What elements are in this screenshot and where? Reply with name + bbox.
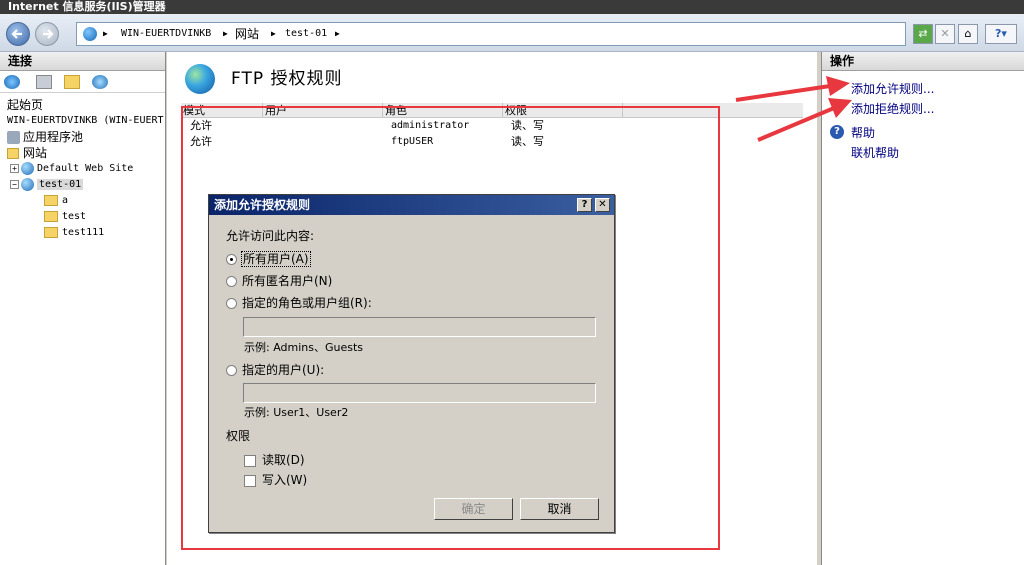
test01-label: test-01 bbox=[37, 179, 84, 190]
write-label: 写入(W) bbox=[262, 473, 308, 487]
sites-folder-icon bbox=[7, 148, 19, 159]
online-help-link[interactable]: 联机帮助 bbox=[851, 144, 899, 161]
help-icon[interactable]: ? bbox=[577, 198, 592, 212]
cancel-button[interactable]: 取消 bbox=[520, 498, 599, 520]
disconnect-icon[interactable] bbox=[92, 75, 108, 89]
refresh-icon[interactable]: ⇄ bbox=[913, 24, 933, 44]
breadcrumb-server[interactable]: WIN-EUERTDVINKB bbox=[121, 23, 211, 45]
checkbox-icon[interactable] bbox=[244, 454, 256, 467]
folder-icon bbox=[44, 210, 58, 222]
site-globe-icon bbox=[21, 161, 34, 175]
forward-arrow-icon bbox=[43, 29, 54, 39]
users-example: 示例: User1、User2 bbox=[244, 406, 349, 419]
radio-anonymous-label: 所有匿名用户(N) bbox=[242, 274, 333, 288]
annotation-arrows bbox=[735, 76, 852, 142]
folder-icon bbox=[44, 226, 58, 238]
roles-example: 示例: Admins、Guests bbox=[244, 341, 364, 354]
help-dropdown-icon[interactable]: ?▾ bbox=[985, 24, 1017, 44]
home-icon[interactable]: ⌂ bbox=[958, 24, 978, 44]
radio-all-users[interactable]: 所有用户(A) bbox=[226, 250, 311, 267]
page-title: FTP 授权规则 bbox=[231, 69, 343, 89]
tree-item-folder-test111[interactable]: test111 bbox=[44, 225, 104, 241]
radio-selected-icon[interactable] bbox=[226, 254, 237, 265]
roles-input[interactable] bbox=[243, 317, 596, 337]
connections-panel: 连接 起始页 WIN-EUERTDVINKB (WIN-EUERT 应用程序池 … bbox=[0, 52, 166, 565]
folder-label: a bbox=[62, 195, 69, 206]
app-pools-label: 应用程序池 bbox=[23, 130, 84, 144]
connect-icon[interactable] bbox=[4, 75, 20, 89]
add-allow-rule-link[interactable]: 添加允许规则... bbox=[851, 80, 934, 97]
breadcrumb-site[interactable]: test-01 bbox=[285, 23, 327, 45]
radio-icon[interactable] bbox=[226, 276, 237, 287]
toolbar: ▶ WIN-EUERTDVINKB ▶ 网站 ▶ test-01 ▶ ⇄ ✕ ⌂… bbox=[0, 14, 1024, 52]
actions-header: 操作 bbox=[822, 52, 1024, 71]
users-input[interactable] bbox=[243, 383, 596, 403]
folder-label: test111 bbox=[62, 227, 105, 238]
folder-label: test bbox=[62, 211, 87, 222]
expand-icon[interactable]: + bbox=[10, 163, 19, 173]
connections-toolbar bbox=[0, 71, 165, 93]
add-allow-rule-dialog: 添加允许授权规则 ? ✕ 允许访问此内容: 所有用户(A) 所有匿名用户(N) … bbox=[208, 194, 615, 533]
back-button[interactable] bbox=[6, 22, 30, 46]
window-title: Internet 信息服务(IIS)管理器 bbox=[0, 0, 1024, 14]
read-label: 读取(D) bbox=[262, 453, 305, 467]
radio-roles-label: 指定的角色或用户组(R): bbox=[242, 296, 372, 310]
breadcrumb-separator-icon: ▶ bbox=[223, 29, 228, 38]
dialog-title: 添加允许授权规则 bbox=[214, 198, 311, 212]
breadcrumb-sites[interactable]: 网站 bbox=[235, 23, 259, 45]
tree-item-start-page[interactable]: 起始页 bbox=[7, 97, 43, 113]
close-icon[interactable]: ✕ bbox=[595, 198, 610, 212]
default-site-label: Default Web Site bbox=[37, 163, 134, 174]
radio-specific-users[interactable]: 指定的用户(U): bbox=[226, 361, 324, 378]
connections-header: 连接 bbox=[0, 52, 165, 71]
tree-item-app-pools[interactable]: 应用程序池 bbox=[7, 129, 83, 145]
add-deny-rule-link[interactable]: 添加拒绝规则... bbox=[851, 100, 934, 117]
tree-item-folder-a[interactable]: a bbox=[44, 193, 68, 209]
permissions-label: 权限 bbox=[226, 429, 251, 443]
help-link[interactable]: 帮助 bbox=[851, 124, 875, 141]
save-icon[interactable] bbox=[36, 75, 52, 89]
dialog-titlebar: 添加允许授权规则 ? ✕ bbox=[209, 195, 614, 215]
tree-item-test01[interactable]: − test-01 bbox=[10, 177, 84, 193]
radio-icon[interactable] bbox=[226, 365, 237, 376]
access-prompt: 允许访问此内容: bbox=[226, 229, 315, 243]
radio-roles[interactable]: 指定的角色或用户组(R): bbox=[226, 294, 372, 311]
sites-label: 网站 bbox=[23, 146, 48, 160]
read-checkbox[interactable]: 读取(D) bbox=[244, 451, 305, 468]
ftp-globe-icon bbox=[185, 64, 215, 94]
site-globe-icon bbox=[21, 177, 34, 191]
tree-item-default-site[interactable]: + Default Web Site bbox=[10, 161, 133, 177]
checkbox-icon[interactable] bbox=[244, 474, 256, 487]
up-folder-icon[interactable] bbox=[64, 75, 80, 89]
tree-item-sites[interactable]: 网站 bbox=[7, 145, 47, 161]
breadcrumb-separator-icon: ▶ bbox=[271, 29, 276, 38]
folder-icon bbox=[44, 194, 58, 206]
back-arrow-icon bbox=[11, 29, 22, 39]
breadcrumb-separator-icon: ▶ bbox=[335, 29, 340, 38]
radio-users-label: 指定的用户(U): bbox=[242, 363, 325, 377]
arrow-to-deny-icon bbox=[757, 98, 852, 142]
address-bar[interactable]: ▶ WIN-EUERTDVINKB ▶ 网站 ▶ test-01 ▶ bbox=[76, 22, 906, 46]
tree-item-folder-test[interactable]: test bbox=[44, 209, 86, 225]
collapse-icon[interactable]: − bbox=[10, 179, 19, 189]
write-checkbox[interactable]: 写入(W) bbox=[244, 471, 307, 488]
radio-icon[interactable] bbox=[226, 298, 237, 309]
app-pool-icon bbox=[7, 131, 20, 144]
arrow-to-allow-icon bbox=[735, 76, 850, 102]
breadcrumb-separator-icon: ▶ bbox=[103, 29, 108, 38]
forward-button[interactable] bbox=[35, 22, 59, 46]
ok-button[interactable]: 确定 bbox=[434, 498, 513, 520]
globe-icon bbox=[83, 27, 97, 41]
radio-anonymous-users[interactable]: 所有匿名用户(N) bbox=[226, 272, 332, 289]
stop-icon[interactable]: ✕ bbox=[935, 24, 955, 44]
tree-item-server[interactable]: WIN-EUERTDVINKB (WIN-EUERT bbox=[7, 113, 164, 129]
radio-all-users-label: 所有用户(A) bbox=[241, 251, 311, 267]
